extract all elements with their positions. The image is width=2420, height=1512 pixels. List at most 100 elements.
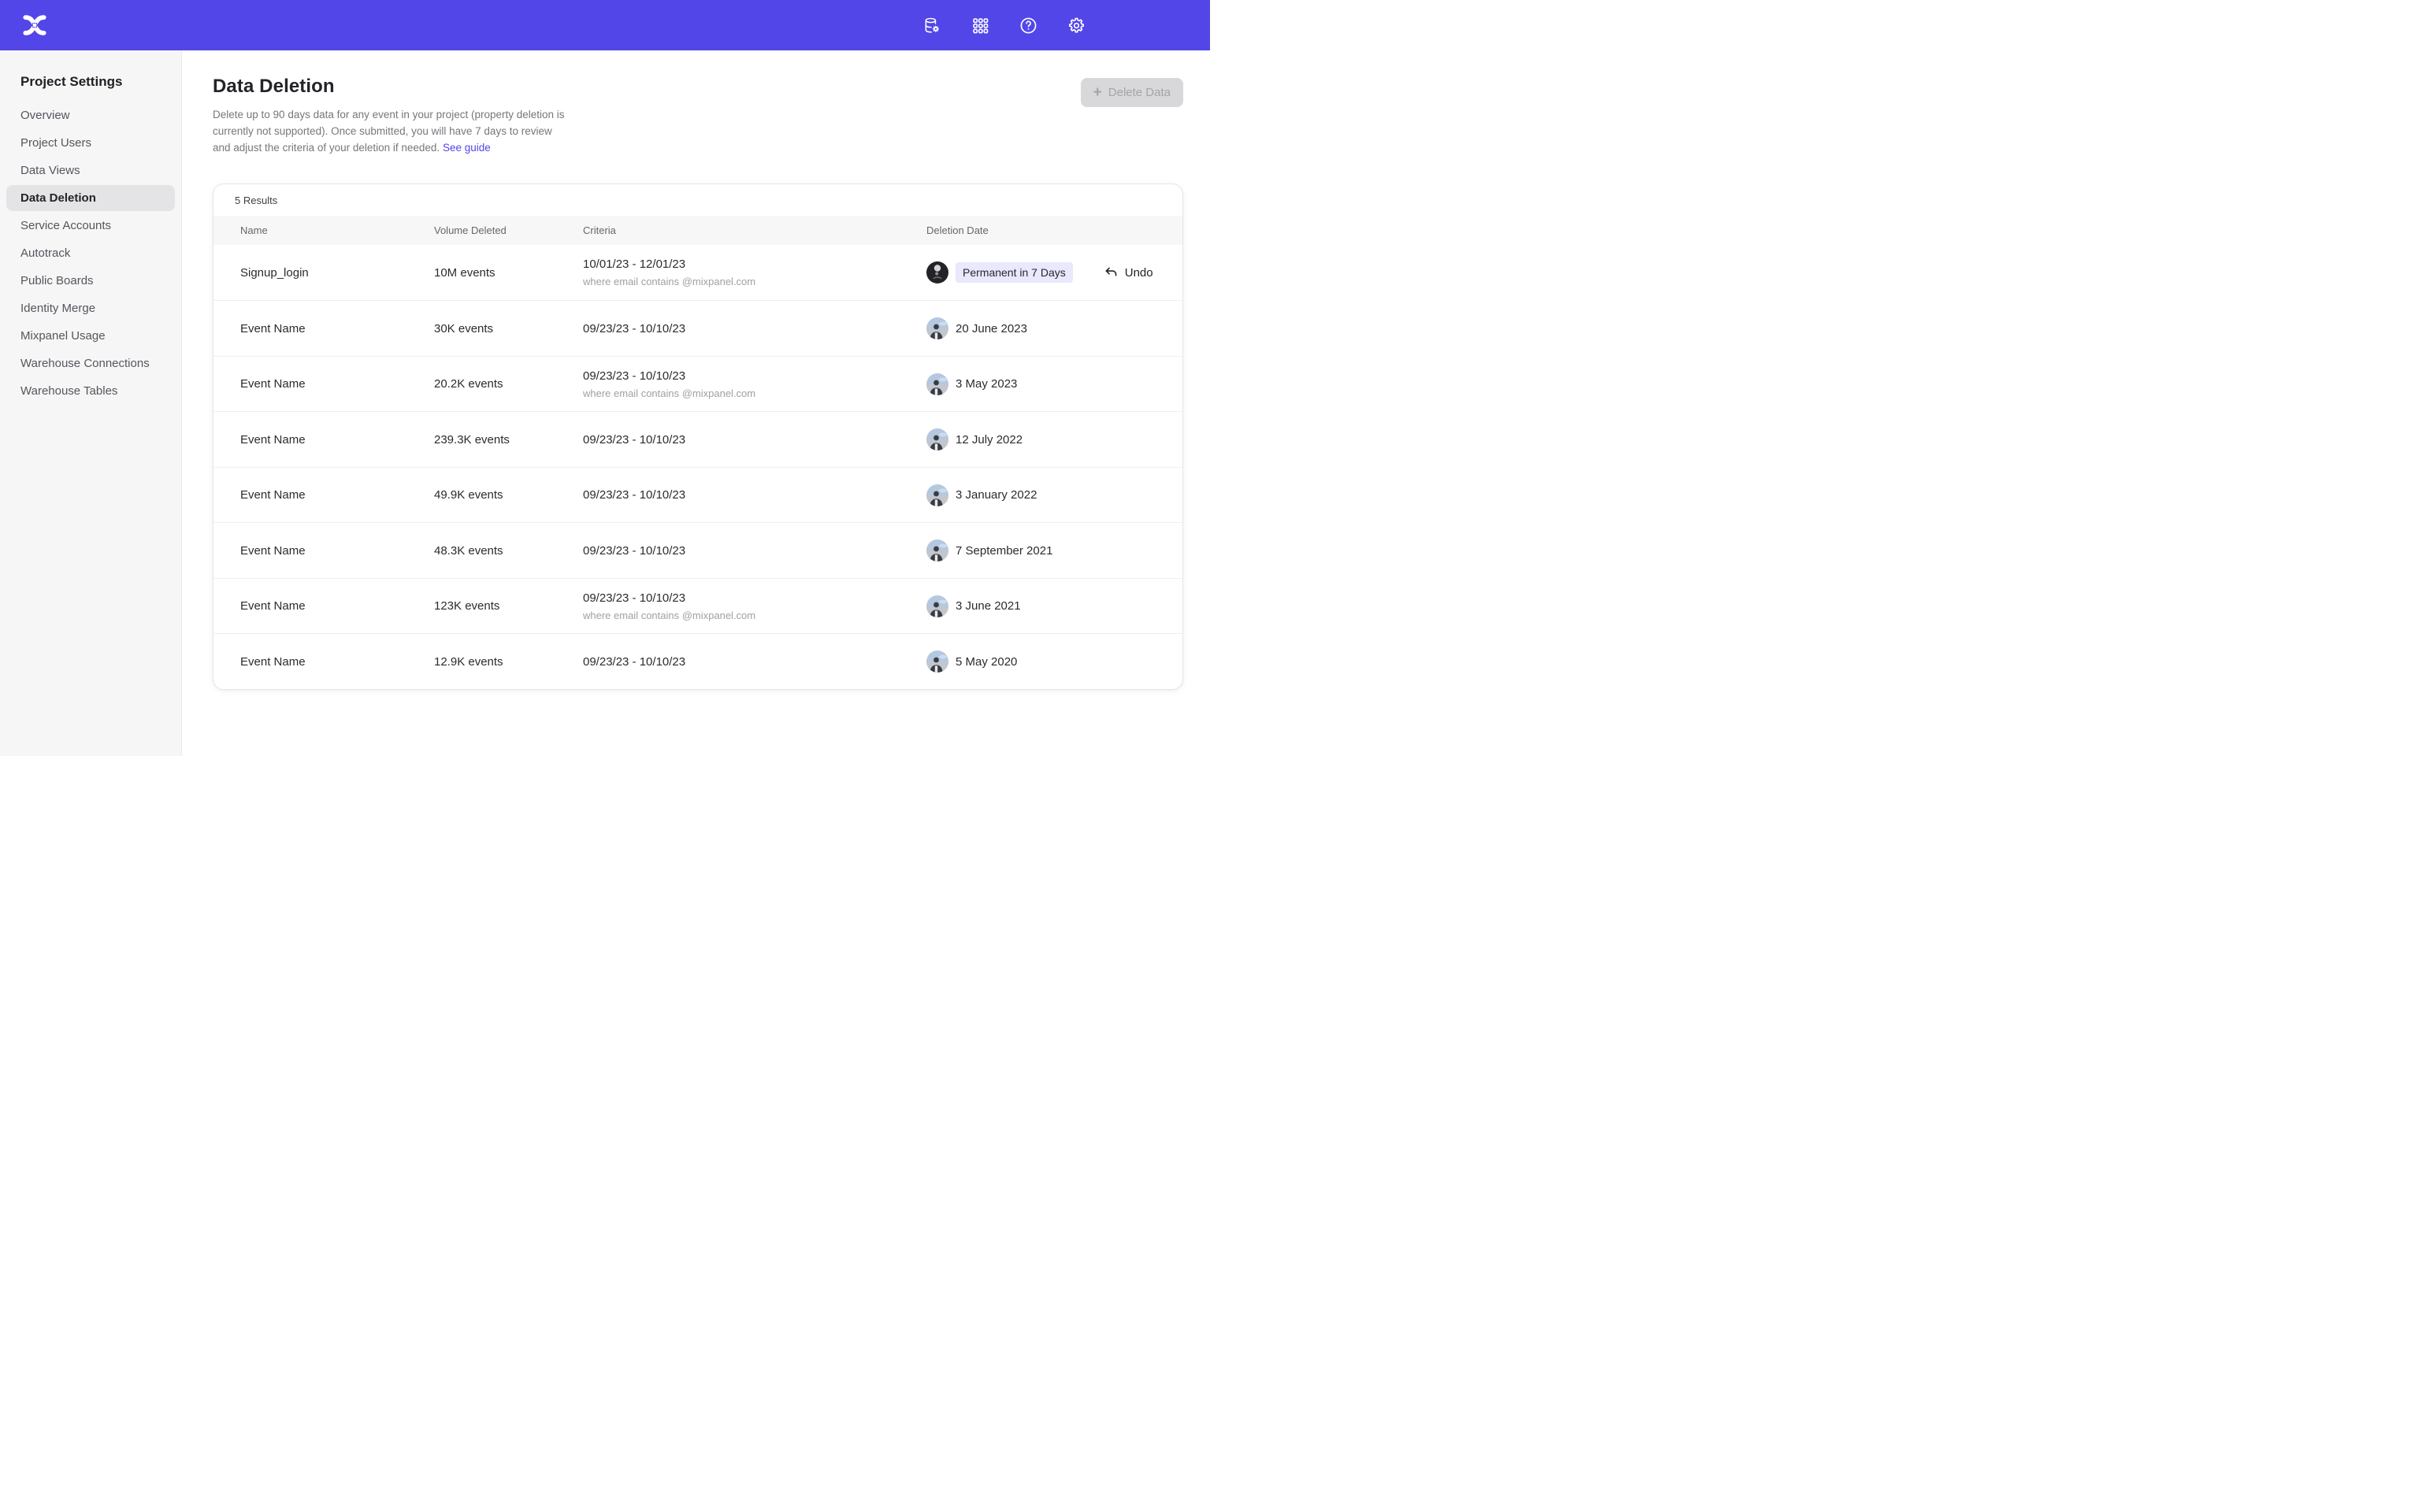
deletion-date: 3 May 2023 bbox=[956, 377, 1017, 391]
page-description-text: Delete up to 90 days data for any event … bbox=[213, 109, 565, 154]
deletion-date-cell: 20 June 2023 bbox=[926, 317, 1164, 339]
undo-icon bbox=[1104, 265, 1119, 280]
deletion-date-cell: 12 July 2022 bbox=[926, 428, 1164, 450]
table-row: Event Name123K events09/23/23 - 10/10/23… bbox=[213, 578, 1182, 634]
deletion-date: 7 September 2021 bbox=[956, 544, 1052, 558]
plus-icon: + bbox=[1093, 85, 1102, 100]
results-count: 5 Results bbox=[213, 184, 1182, 216]
criteria-cell: 09/23/23 - 10/10/23 where email contains … bbox=[583, 591, 926, 621]
criteria-date-range: 09/23/23 - 10/10/23 bbox=[583, 488, 926, 502]
user-avatar bbox=[926, 595, 948, 617]
sidebar-item-warehouse-tables[interactable]: Warehouse Tables bbox=[6, 378, 175, 404]
deletion-date-cell: 3 June 2021 bbox=[926, 595, 1164, 617]
deletion-date: 5 May 2020 bbox=[956, 655, 1017, 669]
table-row: Signup_login10M events10/01/23 - 12/01/2… bbox=[213, 245, 1182, 301]
settings-gear-icon[interactable] bbox=[1060, 9, 1092, 41]
table-row: Event Name12.9K events09/23/23 - 10/10/2… bbox=[213, 633, 1182, 689]
deletion-date: 3 June 2021 bbox=[956, 599, 1021, 613]
event-name: Event Name bbox=[240, 433, 434, 447]
sidebar-nav-list: OverviewProject UsersData ViewsData Dele… bbox=[0, 102, 181, 404]
criteria-date-range: 09/23/23 - 10/10/23 bbox=[583, 591, 926, 605]
user-avatar bbox=[926, 261, 948, 284]
criteria-date-range: 09/23/23 - 10/10/23 bbox=[583, 369, 926, 383]
volume-deleted: 12.9K events bbox=[434, 655, 583, 669]
event-name: Event Name bbox=[240, 655, 434, 669]
volume-deleted: 239.3K events bbox=[434, 433, 583, 447]
deletion-date-cell: 5 May 2020 bbox=[926, 650, 1164, 673]
page-title: Data Deletion bbox=[213, 76, 569, 98]
user-avatar bbox=[926, 428, 948, 450]
mixpanel-logo[interactable] bbox=[17, 8, 52, 43]
event-name: Event Name bbox=[240, 599, 434, 613]
sidebar-item-autotrack[interactable]: Autotrack bbox=[6, 240, 175, 266]
delete-data-button-label: Delete Data bbox=[1108, 86, 1171, 99]
apps-grid-icon[interactable] bbox=[964, 9, 996, 41]
deletion-date: 12 July 2022 bbox=[956, 433, 1023, 447]
criteria-filter-note: where email contains @mixpanel.com bbox=[583, 610, 926, 621]
volume-deleted: 123K events bbox=[434, 599, 583, 613]
volume-deleted: 48.3K events bbox=[434, 544, 583, 558]
delete-data-button[interactable]: + Delete Data bbox=[1081, 78, 1183, 107]
help-icon[interactable] bbox=[1012, 9, 1044, 41]
user-avatar bbox=[926, 484, 948, 506]
event-name: Event Name bbox=[240, 488, 434, 502]
deletion-requests-card: 5 Results NameVolume DeletedCriteriaDele… bbox=[213, 183, 1183, 690]
sidebar-item-project-users[interactable]: Project Users bbox=[6, 130, 175, 156]
table-row: Event Name239.3K events09/23/23 - 10/10/… bbox=[213, 411, 1182, 467]
sidebar-item-identity-merge[interactable]: Identity Merge bbox=[6, 295, 175, 321]
column-header-name: Name bbox=[240, 224, 434, 236]
sidebar-item-data-deletion[interactable]: Data Deletion bbox=[6, 185, 175, 211]
criteria-date-range: 10/01/23 - 12/01/23 bbox=[583, 258, 926, 271]
volume-deleted: 10M events bbox=[434, 266, 583, 280]
criteria-cell: 09/23/23 - 10/10/23 bbox=[583, 433, 926, 447]
page-description: Delete up to 90 days data for any event … bbox=[213, 107, 569, 157]
status-badge: Permanent in 7 Days bbox=[956, 262, 1073, 283]
sidebar-item-mixpanel-usage[interactable]: Mixpanel Usage bbox=[6, 323, 175, 349]
undo-button[interactable]: Undo bbox=[1104, 265, 1153, 280]
criteria-cell: 10/01/23 - 12/01/23 where email contains … bbox=[583, 258, 926, 287]
deletion-date: 3 January 2022 bbox=[956, 488, 1037, 502]
main-content: Data Deletion Delete up to 90 days data … bbox=[182, 50, 1210, 756]
sidebar-item-public-boards[interactable]: Public Boards bbox=[6, 268, 175, 294]
sidebar-item-data-views[interactable]: Data Views bbox=[6, 158, 175, 183]
column-header-deletion-date: Deletion Date bbox=[926, 224, 1164, 236]
user-avatar bbox=[926, 539, 948, 561]
column-header-volume-deleted: Volume Deleted bbox=[434, 224, 583, 236]
see-guide-link[interactable]: See guide bbox=[443, 142, 491, 154]
sidebar-item-warehouse-connections[interactable]: Warehouse Connections bbox=[6, 350, 175, 376]
table-row: Event Name30K events09/23/23 - 10/10/232… bbox=[213, 300, 1182, 356]
top-navigation-bar bbox=[0, 0, 1210, 50]
event-name: Event Name bbox=[240, 377, 434, 391]
topbar-icon-group bbox=[916, 9, 1210, 41]
criteria-date-range: 09/23/23 - 10/10/23 bbox=[583, 544, 926, 558]
event-name: Event Name bbox=[240, 544, 434, 558]
event-name: Signup_login bbox=[240, 266, 434, 280]
criteria-filter-note: where email contains @mixpanel.com bbox=[583, 387, 926, 399]
deletion-date-cell: 7 September 2021 bbox=[926, 539, 1164, 561]
event-name: Event Name bbox=[240, 322, 434, 335]
criteria-cell: 09/23/23 - 10/10/23 bbox=[583, 544, 926, 558]
table-header-row: NameVolume DeletedCriteriaDeletion Date bbox=[213, 216, 1182, 245]
criteria-cell: 09/23/23 - 10/10/23 bbox=[583, 322, 926, 335]
volume-deleted: 49.9K events bbox=[434, 488, 583, 502]
undo-label: Undo bbox=[1125, 266, 1153, 280]
volume-deleted: 20.2K events bbox=[434, 377, 583, 391]
table-row: Event Name20.2K events09/23/23 - 10/10/2… bbox=[213, 356, 1182, 412]
deletion-date-cell: 3 January 2022 bbox=[926, 484, 1164, 506]
user-avatar bbox=[926, 373, 948, 395]
criteria-cell: 09/23/23 - 10/10/23 where email contains … bbox=[583, 369, 926, 399]
sidebar-item-overview[interactable]: Overview bbox=[6, 102, 175, 128]
criteria-date-range: 09/23/23 - 10/10/23 bbox=[583, 655, 926, 669]
data-management-icon[interactable] bbox=[916, 9, 948, 41]
criteria-filter-note: where email contains @mixpanel.com bbox=[583, 276, 926, 287]
table-body: Signup_login10M events10/01/23 - 12/01/2… bbox=[213, 245, 1182, 689]
user-avatar bbox=[926, 317, 948, 339]
mixpanel-x-logo-icon bbox=[20, 11, 49, 39]
deletion-date-cell: Permanent in 7 Days Undo bbox=[926, 261, 1164, 284]
criteria-date-range: 09/23/23 - 10/10/23 bbox=[583, 322, 926, 335]
deletion-date-cell: 3 May 2023 bbox=[926, 373, 1164, 395]
sidebar-item-service-accounts[interactable]: Service Accounts bbox=[6, 213, 175, 239]
criteria-date-range: 09/23/23 - 10/10/23 bbox=[583, 433, 926, 447]
criteria-cell: 09/23/23 - 10/10/23 bbox=[583, 655, 926, 669]
table-row: Event Name48.3K events09/23/23 - 10/10/2… bbox=[213, 522, 1182, 578]
